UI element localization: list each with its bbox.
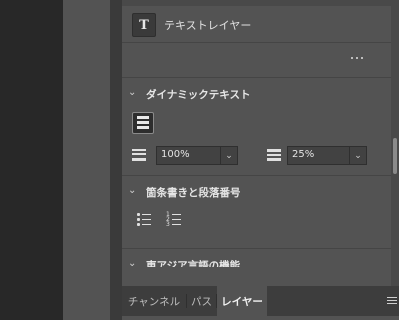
chevron-down-icon: ⌄ <box>128 185 137 196</box>
leading-icon <box>267 149 281 161</box>
dynamic-text-toggle-button[interactable] <box>132 112 154 134</box>
panel-tabs: チャンネル パス レイヤー <box>122 286 399 316</box>
tab-paths[interactable]: パス <box>187 286 216 316</box>
section-title: 箇条書きと段落番号 <box>146 187 241 199</box>
section-header-dynamic-text[interactable]: ⌄ ダイナミックテキスト <box>122 84 391 104</box>
leading-dropdown[interactable]: 25% ⌄ <box>287 146 367 165</box>
chevron-down-icon: ⌄ <box>128 87 137 98</box>
section-title: 東アジア言語の機能 <box>146 260 241 267</box>
section-header-bullets[interactable]: ⌄ 箇条書きと段落番号 <box>122 182 391 202</box>
section-title: ダイナミックテキスト <box>146 89 251 101</box>
layers-panel-edge <box>122 316 399 320</box>
scrollbar-thumb[interactable] <box>393 138 397 174</box>
chevron-down-icon: ⌄ <box>349 147 366 164</box>
bulleted-list-icon[interactable] <box>136 212 152 228</box>
hamburger-icon[interactable] <box>387 297 397 305</box>
properties-panel: T テキストレイヤー ⌄ ダイナミックテキスト 100% ⌄ 25% ⌄ ⌄ 箇… <box>122 0 391 286</box>
divider <box>122 77 391 78</box>
tab-layers[interactable]: レイヤー <box>217 286 267 316</box>
tool-strip <box>63 0 110 320</box>
section-header-east-asian[interactable]: ⌄ 東アジア言語の機能 <box>122 255 391 267</box>
panel-gutter <box>110 0 122 320</box>
chevron-down-icon: ⌄ <box>220 147 237 164</box>
chevron-down-icon: ⌄ <box>128 258 137 267</box>
divider <box>122 248 391 249</box>
more-options-icon[interactable] <box>344 50 370 66</box>
layer-type-row: T テキストレイヤー <box>122 6 391 42</box>
divider <box>122 42 391 43</box>
divider <box>122 175 391 176</box>
tracking-icon <box>132 149 146 161</box>
tracking-dropdown[interactable]: 100% ⌄ <box>156 146 238 165</box>
tracking-value: 100% <box>161 149 190 160</box>
photoshop-window: T テキストレイヤー ⌄ ダイナミックテキスト 100% ⌄ 25% ⌄ ⌄ 箇… <box>0 0 399 320</box>
leading-value: 25% <box>292 149 315 160</box>
text-layer-icon: T <box>132 13 156 37</box>
layer-type-label: テキストレイヤー <box>164 19 252 32</box>
numbered-list-icon[interactable]: 1 2 3 <box>166 212 182 228</box>
canvas-area <box>0 0 63 320</box>
tab-channels[interactable]: チャンネル <box>122 286 186 316</box>
